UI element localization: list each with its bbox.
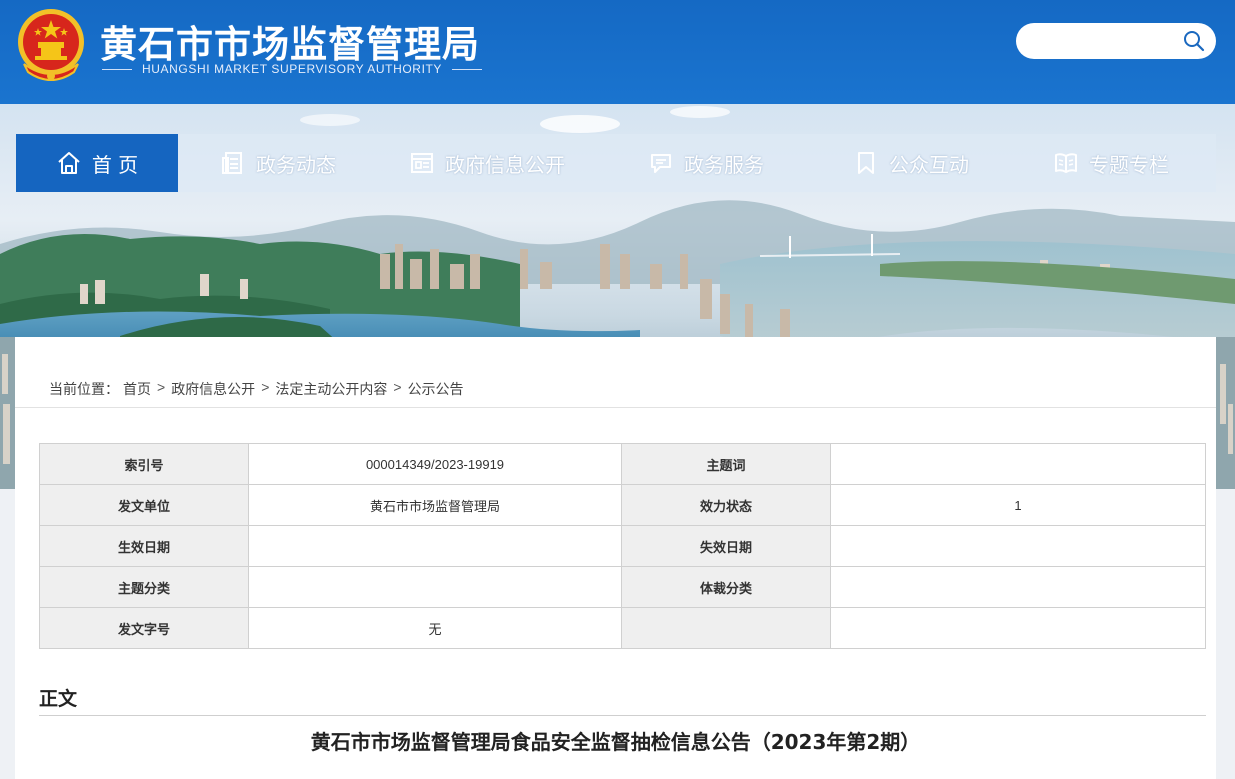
breadcrumb-divider (15, 407, 1216, 408)
meta-key-validity-status: 效力状态 (621, 484, 831, 526)
nav-item-label: 政务动态 (256, 152, 336, 177)
table-row: 发文单位 黄石市市场监督管理局 效力状态 1 (39, 484, 1206, 526)
breadcrumb-link-statutory-content[interactable]: 法定主动公开内容 (275, 379, 387, 399)
table-row: 主题分类 体裁分类 (39, 566, 1206, 608)
document-title: 黄石市市场监督管理局食品安全监督抽检信息公告（2023年第2期） (310, 730, 921, 754)
meta-key-topic-category: 主题分类 (39, 566, 249, 608)
nav-item-news[interactable]: 政务动态 (178, 134, 378, 192)
meta-value-keywords (830, 443, 1206, 485)
open-book-icon (1055, 153, 1077, 173)
breadcrumb-link-home[interactable]: 首页 (123, 379, 151, 399)
bookmark-icon (858, 152, 874, 174)
site-subtitle-text: HUANGSHI MARKET SUPERVISORY AUTHORITY (142, 62, 443, 76)
newspaper-icon (411, 153, 433, 173)
breadcrumb-prefix: 当前位置： (49, 381, 119, 397)
breadcrumb-separator: > (157, 379, 166, 395)
body-divider (39, 715, 1206, 716)
table-row: 发文字号 无 (39, 607, 1206, 649)
search-icon[interactable] (1182, 29, 1206, 53)
table-row: 索引号 000014349/2023-19919 主题词 (39, 443, 1206, 485)
breadcrumb: 当前位置： 首页 > 政府信息公开 > 法定主动公开内容 > 公示公告 (49, 379, 464, 399)
content-panel: 当前位置： 首页 > 政府信息公开 > 法定主动公开内容 > 公示公告 索引号 … (15, 337, 1216, 779)
search-box (1016, 23, 1216, 59)
breadcrumb-link-info-disclosure[interactable]: 政府信息公开 (171, 379, 255, 399)
document-list-icon (222, 152, 242, 174)
search-input[interactable] (1030, 29, 1180, 53)
meta-value-document-number: 无 (248, 607, 622, 649)
breadcrumb-separator: > (261, 379, 270, 395)
meta-key-keywords: 主题词 (621, 443, 831, 485)
meta-key-expiry-date: 失效日期 (621, 525, 831, 567)
meta-value-effective-date (248, 525, 622, 567)
meta-value-index-number: 000014349/2023-19919 (248, 443, 622, 485)
meta-value-issuer: 黄石市市场监督管理局 (248, 484, 622, 526)
meta-key-index-number: 索引号 (39, 443, 249, 485)
main-nav: 首 页 政务动态 政府信息公开 政务服务 公众互动 专题专栏 (16, 134, 1216, 192)
subtitle-line-right (452, 68, 483, 70)
table-row: 生效日期 失效日期 (39, 525, 1206, 567)
meta-value-empty (830, 607, 1206, 649)
nav-item-label: 公众互动 (889, 152, 969, 177)
meta-key-issuer: 发文单位 (39, 484, 249, 526)
meta-value-genre-category (830, 566, 1206, 608)
nav-item-special-topics[interactable]: 专题专栏 (1006, 134, 1216, 192)
nav-item-label: 政府信息公开 (445, 152, 565, 177)
meta-value-validity-status: 1 (830, 484, 1206, 526)
site-subtitle: HUANGSHI MARKET SUPERVISORY AUTHORITY (102, 62, 483, 76)
site-title: 黄石市市场监督管理局 (100, 23, 480, 66)
chat-bubble-icon (651, 154, 671, 173)
body-section-label: 正文 (39, 688, 78, 710)
meta-key-empty (621, 607, 831, 649)
document-metadata-table: 索引号 000014349/2023-19919 主题词 发文单位 黄石市市场监… (39, 443, 1206, 649)
nav-item-home[interactable]: 首 页 (16, 134, 178, 192)
nav-item-label: 首 页 (91, 152, 139, 177)
nav-item-services[interactable]: 政务服务 (596, 134, 816, 192)
meta-value-topic-category (248, 566, 622, 608)
meta-key-effective-date: 生效日期 (39, 525, 249, 567)
nav-item-interaction[interactable]: 公众互动 (816, 134, 1006, 192)
meta-key-document-number: 发文字号 (39, 607, 249, 649)
home-icon (58, 152, 80, 174)
site-header: 黄石市市场监督管理局 HUANGSHI MARKET SUPERVISORY A… (0, 0, 1235, 104)
national-emblem-icon (18, 9, 84, 81)
meta-key-genre-category: 体裁分类 (621, 566, 831, 608)
breadcrumb-separator: > (393, 379, 402, 395)
subtitle-line-left (102, 68, 132, 70)
nav-item-label: 专题专栏 (1089, 152, 1169, 177)
breadcrumb-link-announcements[interactable]: 公示公告 (408, 379, 464, 399)
meta-value-expiry-date (830, 525, 1206, 567)
nav-item-info-disclosure[interactable]: 政府信息公开 (378, 134, 596, 192)
nav-item-label: 政务服务 (684, 152, 764, 177)
